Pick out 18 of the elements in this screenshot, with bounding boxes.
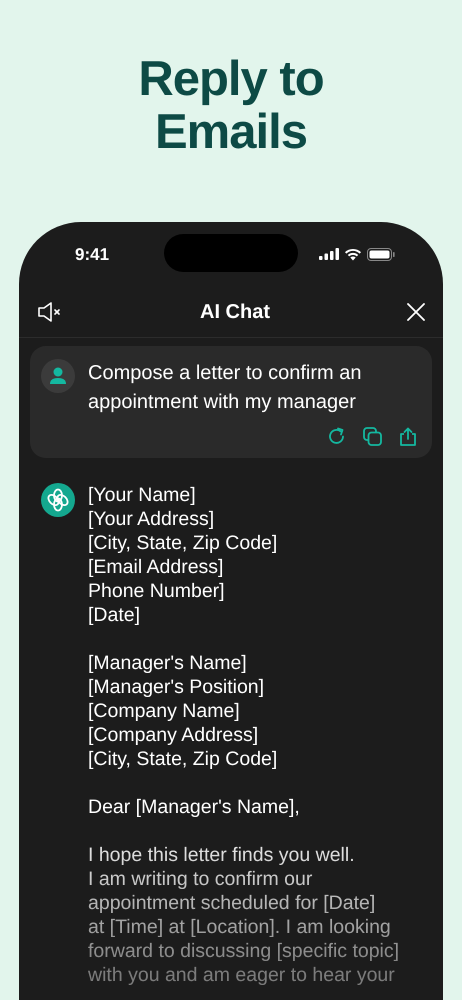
status-time: 9:41 bbox=[75, 244, 110, 266]
battery-icon bbox=[367, 248, 395, 260]
share-icon[interactable] bbox=[399, 427, 417, 446]
close-icon[interactable] bbox=[407, 302, 425, 320]
reply-paragraph: Dear [Manager's Name], bbox=[88, 795, 301, 819]
reply-paragraph: I hope this letter finds you well. I am writing to confirm our appointment scheduled for [Date] at [Time] at [Location]. I am looking forward to discussing [specific topic] with you and am eager to hear your bbox=[88, 843, 400, 987]
refresh-icon[interactable] bbox=[327, 427, 346, 446]
headline: Emails bbox=[155, 106, 307, 159]
headline: Reply to bbox=[138, 53, 324, 106]
reply-paragraph: [Your Name] [Your Address] [City, State, Zip Code] [Email Address] Phone Number] [Date] bbox=[88, 483, 278, 627]
wifi-icon bbox=[344, 248, 362, 260]
user-avatar-icon bbox=[41, 359, 75, 393]
copy-icon[interactable] bbox=[363, 427, 382, 446]
reply-paragraph: [Manager's Name] [Manager's Position] [Company Name] [Company Address] [City, State, Zip Code] bbox=[88, 651, 278, 771]
prompt-text: Compose a letter to confirm an appointment with my manager bbox=[88, 361, 362, 415]
ai-avatar-icon bbox=[41, 483, 75, 517]
header-title: AI Chat bbox=[200, 300, 270, 324]
signal-icon bbox=[319, 248, 339, 260]
